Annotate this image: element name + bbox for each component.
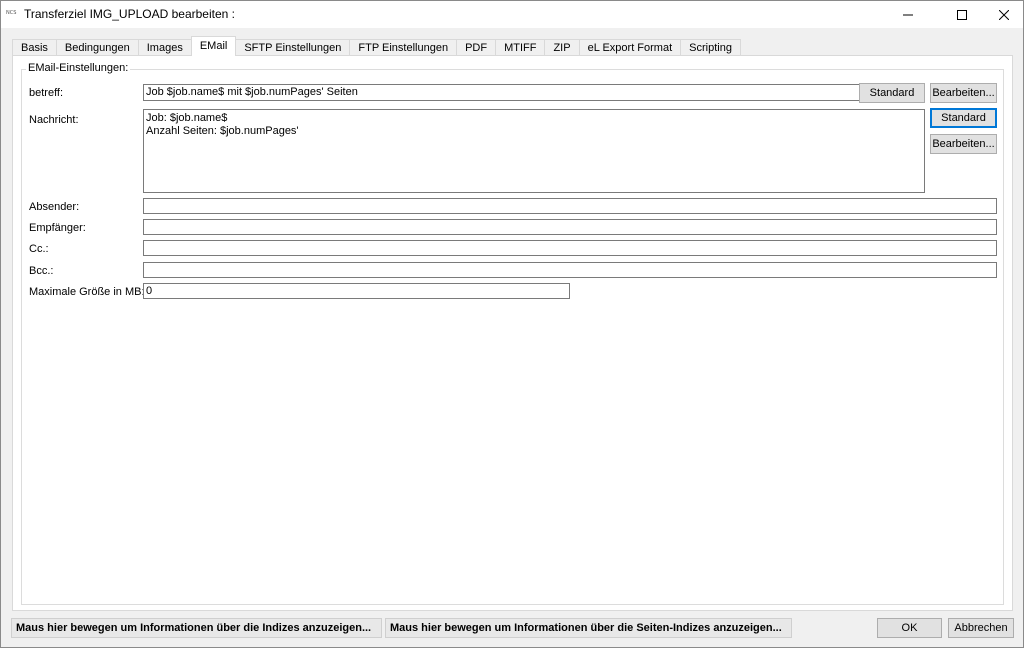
- tab-mtiff[interactable]: MTIFF: [495, 39, 546, 56]
- maximize-icon: [957, 9, 967, 20]
- absender-field[interactable]: [143, 198, 997, 214]
- tab-el-export-format[interactable]: eL Export Format: [578, 39, 682, 56]
- minimize-icon: [903, 14, 913, 15]
- tab-scripting[interactable]: Scripting: [680, 39, 741, 56]
- bcc-label: Bcc.:: [29, 265, 54, 277]
- tab-sftp-einstellungen[interactable]: SFTP Einstellungen: [235, 39, 351, 56]
- max-size-field[interactable]: 0: [143, 283, 570, 299]
- cc-label: Cc.:: [29, 243, 49, 255]
- betreff-standard-button[interactable]: Standard: [859, 83, 925, 103]
- tab-pdf[interactable]: PDF: [456, 39, 497, 56]
- minimize-button[interactable]: [885, 1, 931, 28]
- empfaenger-label: Empfänger:: [29, 222, 86, 234]
- email-tab-panel: EMail-Einstellungen: betreff: Job $job.n…: [12, 55, 1013, 611]
- betreff-label: betreff:: [29, 87, 64, 99]
- nachricht-edit-button[interactable]: Bearbeiten...: [930, 134, 997, 154]
- close-button[interactable]: [981, 1, 1024, 28]
- seiten-indizes-info-box[interactable]: Maus hier bewegen um Informationen über …: [385, 618, 792, 638]
- tab-images[interactable]: Images: [137, 39, 192, 56]
- tab-email[interactable]: EMail: [190, 36, 237, 56]
- betreff-edit-button[interactable]: Bearbeiten...: [930, 83, 997, 103]
- tab-strip: Basis Bedingungen Images EMail SFTP Eins…: [12, 36, 741, 56]
- tab-basis[interactable]: Basis: [12, 39, 57, 56]
- nachricht-line: Job: $job.name$: [146, 112, 228, 124]
- tab-ftp-einstellungen[interactable]: FTP Einstellungen: [349, 39, 458, 56]
- email-settings-label: EMail-Einstellungen:: [26, 62, 131, 74]
- nachricht-textarea[interactable]: Job: $job.name$ Anzahl Seiten: $job.numP…: [143, 109, 925, 193]
- absender-label: Absender:: [29, 201, 80, 213]
- nachricht-standard-button[interactable]: Standard: [930, 108, 997, 128]
- app-icon: NCS: [6, 10, 17, 16]
- indizes-info-box[interactable]: Maus hier bewegen um Informationen über …: [11, 618, 382, 638]
- max-size-label: Maximale Größe in MB:: [29, 286, 145, 298]
- tab-zip[interactable]: ZIP: [544, 39, 580, 56]
- betreff-field[interactable]: Job $job.name$ mit $job.numPages' Seiten: [143, 84, 925, 101]
- tab-bedingungen[interactable]: Bedingungen: [55, 39, 139, 56]
- bcc-field[interactable]: [143, 262, 997, 278]
- title-bar: NCS Transferziel IMG_UPLOAD bearbeiten :: [1, 1, 1023, 28]
- cancel-button[interactable]: Abbrechen: [948, 618, 1014, 638]
- ok-button[interactable]: OK: [877, 618, 942, 638]
- maximize-button[interactable]: [939, 1, 985, 28]
- dialog-window: NCS Transferziel IMG_UPLOAD bearbeiten :…: [0, 0, 1024, 648]
- window-title: Transferziel IMG_UPLOAD bearbeiten :: [24, 7, 235, 21]
- nachricht-line: Anzahl Seiten: $job.numPages': [146, 125, 299, 137]
- nachricht-label: Nachricht:: [29, 114, 79, 126]
- cc-field[interactable]: [143, 240, 997, 256]
- close-icon: [999, 9, 1009, 20]
- empfaenger-field[interactable]: [143, 219, 997, 235]
